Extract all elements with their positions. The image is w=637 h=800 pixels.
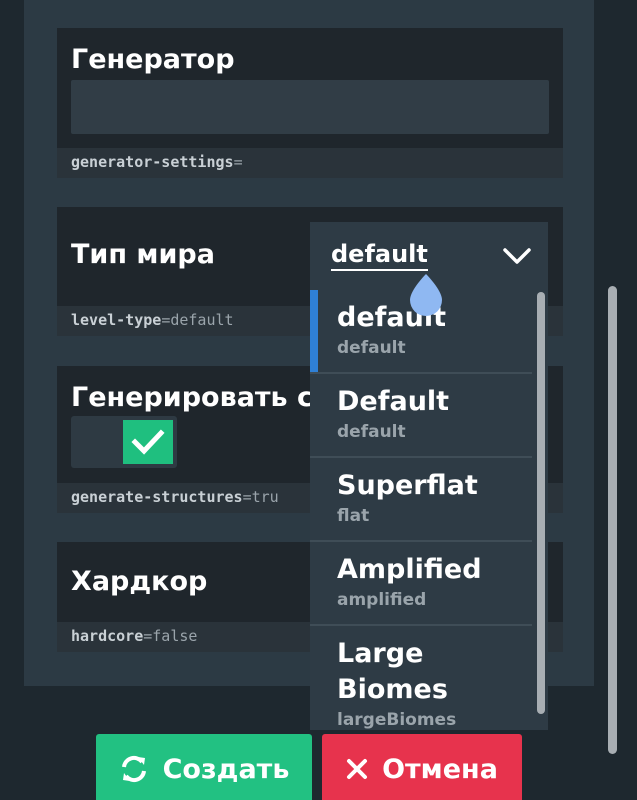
property-value: default [170, 311, 234, 329]
property-key: level-type [71, 311, 162, 329]
property-equals: = [242, 488, 252, 506]
generator-settings-input[interactable] [71, 80, 549, 134]
cancel-button[interactable]: Отмена [322, 734, 522, 800]
level-type-title: Тип мира [71, 239, 215, 270]
create-button-label: Создать [162, 753, 290, 785]
property-equals: = [143, 627, 153, 645]
dropdown-option[interactable]: Large Biomes largeBiomes [310, 626, 532, 730]
property-key: hardcore [71, 627, 144, 645]
chevron-down-icon[interactable] [502, 246, 532, 266]
property-key: generate-structures [71, 488, 243, 506]
text-cursor-handle-icon[interactable] [408, 272, 444, 316]
property-value: false [152, 627, 198, 645]
option-value: flat [337, 506, 370, 526]
checkmark-icon [131, 429, 165, 455]
dropdown-scrollbar[interactable] [537, 292, 545, 714]
close-icon [347, 759, 368, 779]
generator-card: Генератор generator-settings= [57, 28, 563, 178]
toggle-knob [123, 420, 173, 464]
property-equals: = [233, 153, 243, 171]
page-scrollbar[interactable] [608, 286, 617, 754]
structures-toggle[interactable] [71, 416, 177, 468]
option-label: Large Biomes [337, 638, 448, 705]
option-label: Superflat [337, 470, 478, 501]
generator-title: Генератор [71, 44, 235, 75]
dropdown-option[interactable]: Amplified amplified [310, 542, 532, 626]
dropdown-option[interactable]: Superflat flat [310, 458, 532, 542]
create-button[interactable]: Создать [96, 734, 312, 800]
option-value: default [337, 338, 406, 358]
property-key: generator-settings [71, 153, 234, 171]
option-value: largeBiomes [337, 710, 457, 730]
property-value: tru [251, 488, 279, 506]
option-label: Default [337, 386, 450, 417]
level-type-dropdown: default default Default default Superfla… [310, 290, 548, 730]
option-value: amplified [337, 590, 427, 610]
structures-title: Генерировать с [71, 382, 314, 413]
option-value: default [337, 422, 406, 442]
property-equals: = [161, 311, 171, 329]
refresh-icon [121, 755, 146, 783]
generator-property: generator-settings= [57, 148, 563, 178]
option-label: Amplified [337, 554, 482, 585]
dropdown-option[interactable]: Default default [310, 374, 532, 458]
hardcore-title: Хардкор [71, 566, 208, 597]
select-value[interactable]: default [331, 240, 428, 271]
cancel-button-label: Отмена [382, 753, 498, 785]
